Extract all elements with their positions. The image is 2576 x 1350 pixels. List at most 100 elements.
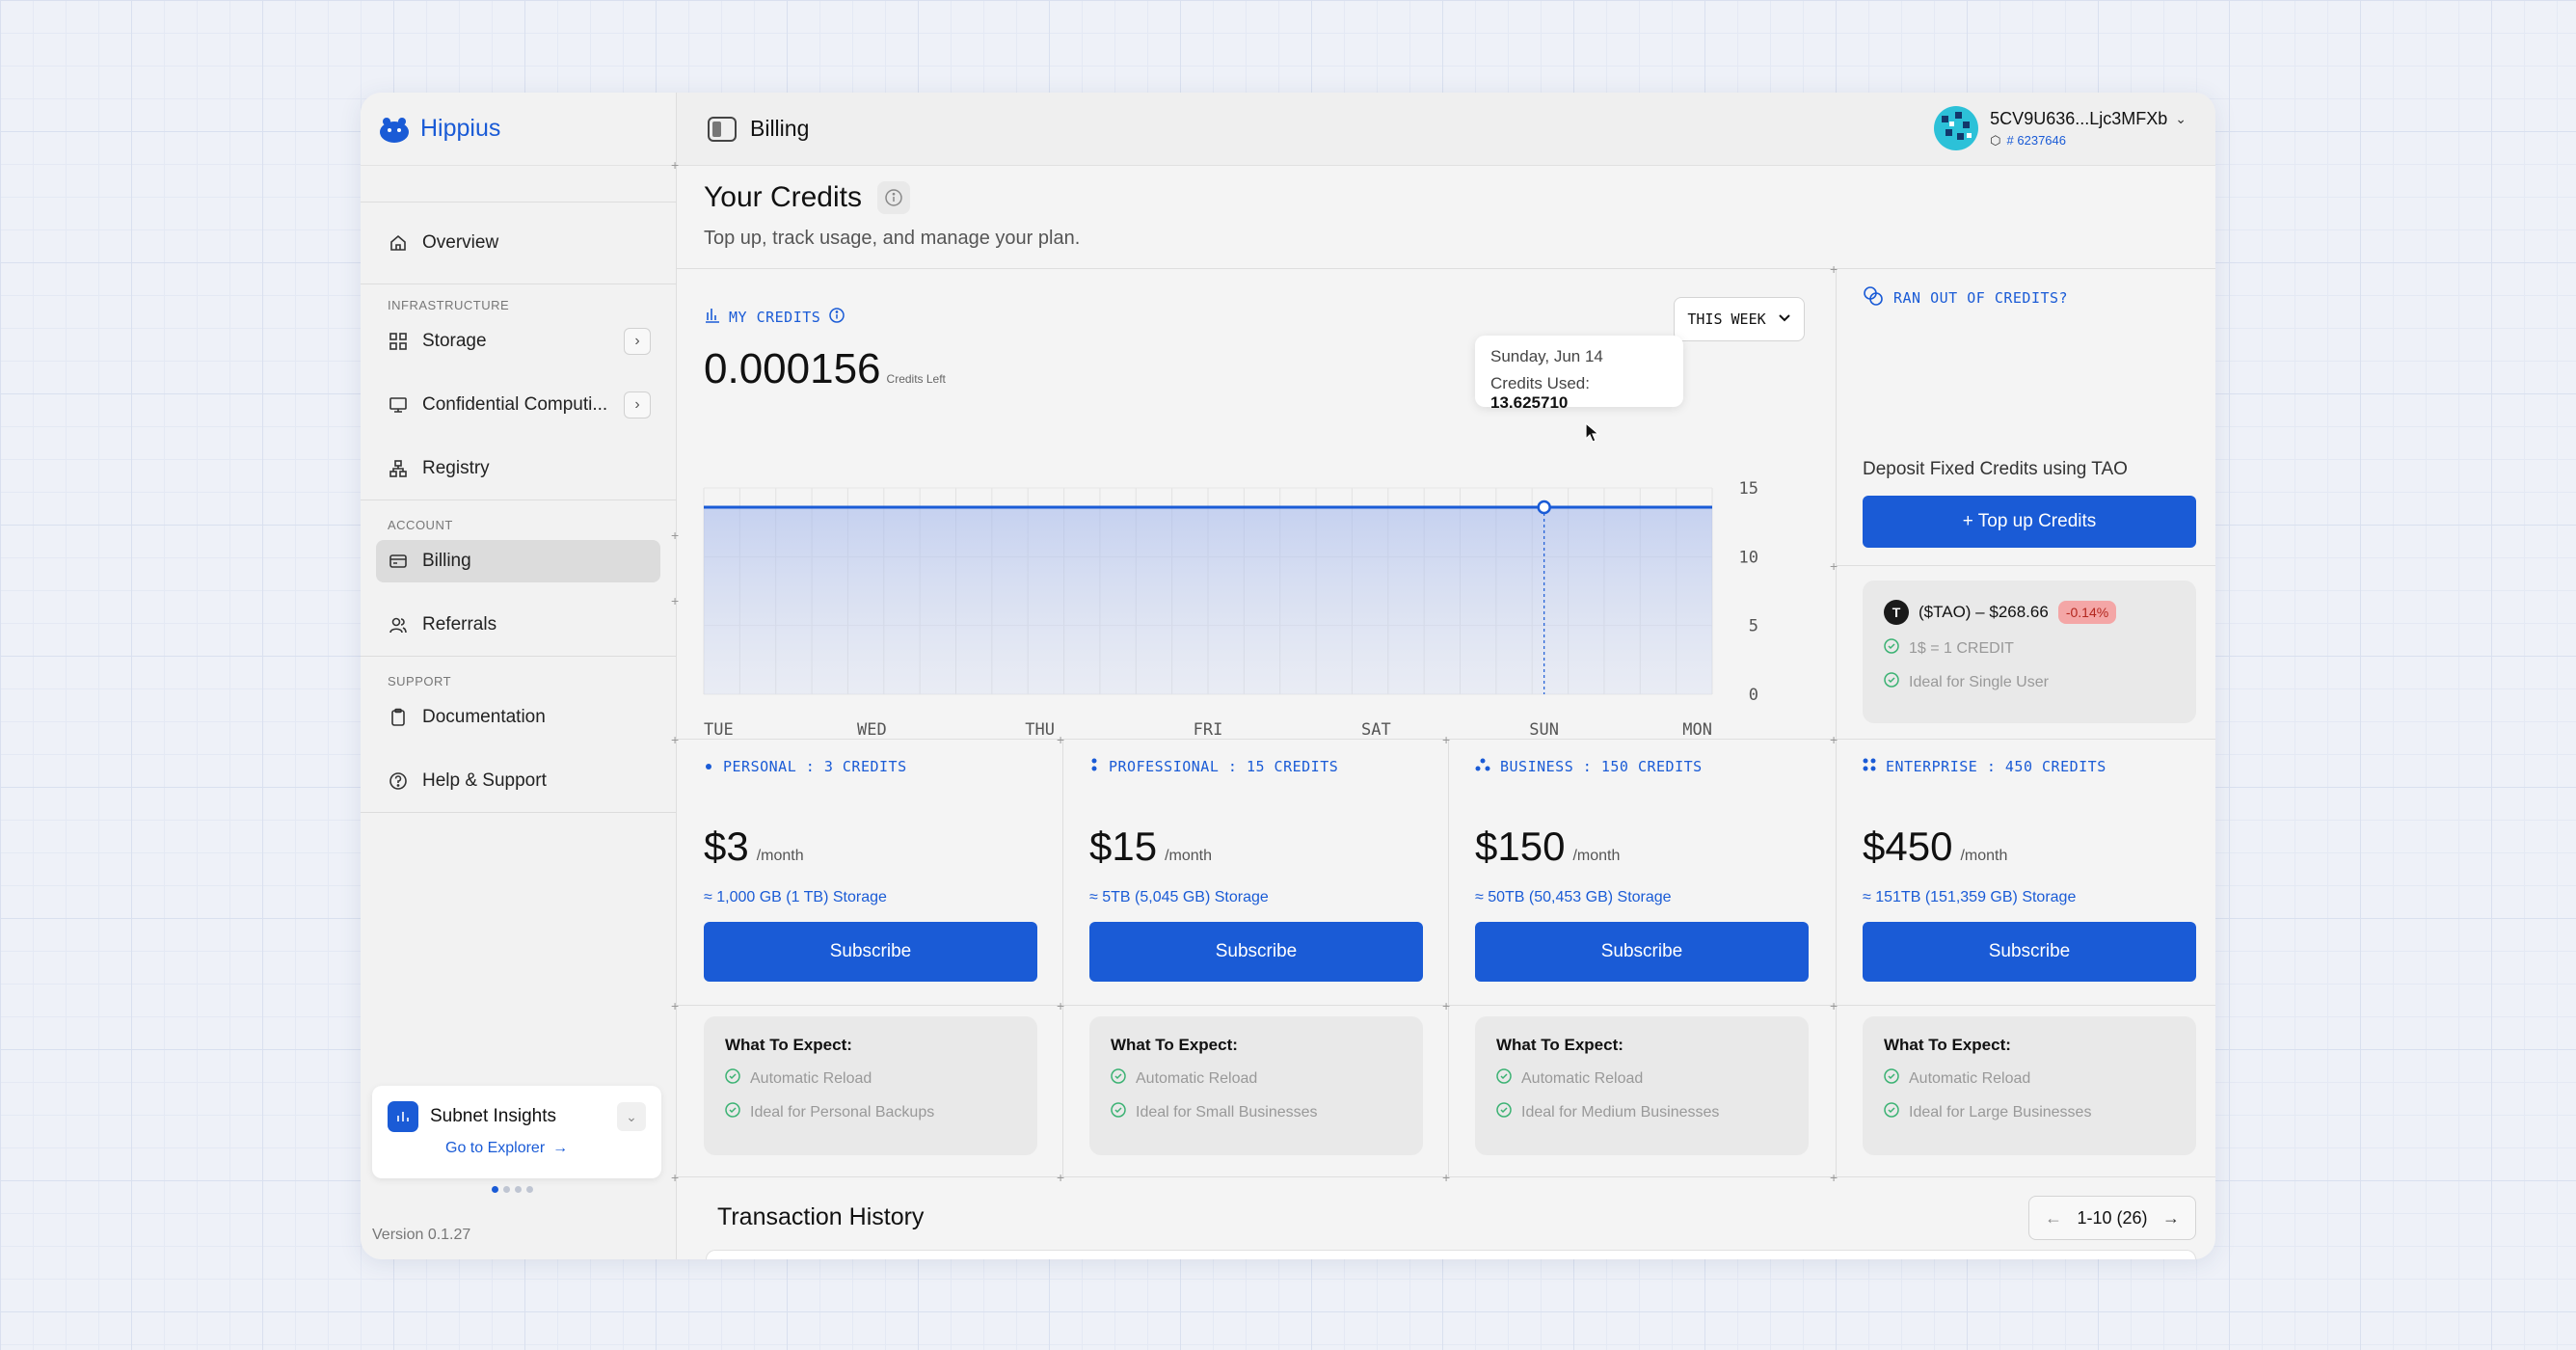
plan-dot-icon xyxy=(704,758,713,775)
x-tick-label: THU xyxy=(1025,720,1055,739)
top-up-credits-button[interactable]: + Top up Credits xyxy=(1863,496,2196,548)
x-tick-label: MON xyxy=(1682,720,1712,739)
check-circle-icon xyxy=(1111,1068,1126,1089)
account-name: 5CV9U636...Ljc3MFXb xyxy=(1990,108,2168,128)
logo[interactable]: Hippius xyxy=(361,93,676,166)
sidebar-item-overview[interactable]: Overview xyxy=(376,222,660,264)
tooltip-date: Sunday, Jun 14 xyxy=(1490,347,1603,365)
plan-enterprise: ENTERPRISE : 450 CREDITS $450 /month ≈ 1… xyxy=(1863,758,2196,1155)
highlight-point xyxy=(1537,500,1551,515)
header-title: Billing xyxy=(750,116,810,141)
monitor-icon xyxy=(388,394,409,416)
check-circle-icon xyxy=(1884,1068,1899,1089)
chevron-down-icon[interactable]: ⌄ xyxy=(617,1102,646,1131)
plan-business: BUSINESS : 150 CREDITS $150 /month ≈ 50T… xyxy=(1475,758,1809,1155)
chevron-down-icon xyxy=(1778,310,1791,328)
check-circle-icon xyxy=(1496,1068,1512,1089)
sidebar-toggle-icon[interactable] xyxy=(708,116,737,142)
subscribe-button[interactable]: Subscribe xyxy=(1475,922,1809,982)
y-tick-label: 0 xyxy=(1749,686,1758,705)
check-circle-icon xyxy=(1884,638,1899,659)
help-icon xyxy=(388,770,409,792)
x-tick-label: WED xyxy=(857,720,887,739)
plan-triangle-dots-icon xyxy=(1475,758,1490,775)
insights-icon xyxy=(388,1101,418,1132)
subscribe-button[interactable]: Subscribe xyxy=(704,922,1037,982)
prev-page-icon[interactable]: ← xyxy=(2045,1208,2062,1228)
nav-support: SUPPORT Documentation Help & Support xyxy=(361,657,676,813)
sidebar-item-documentation[interactable]: Documentation xyxy=(376,696,660,739)
y-tick-label: 5 xyxy=(1749,617,1758,636)
sidebar-item-registry[interactable]: Registry xyxy=(376,447,660,490)
sidebar-item-help-support[interactable]: Help & Support xyxy=(376,760,660,802)
check-circle-icon xyxy=(1884,672,1899,692)
page-title: Your Credits xyxy=(704,181,862,213)
card-icon xyxy=(388,551,409,572)
page-range: 1-10 (26) xyxy=(2077,1207,2148,1228)
plan-price: $150 xyxy=(1475,824,1566,869)
check-circle-icon xyxy=(725,1068,740,1089)
coins-icon xyxy=(1863,285,1884,310)
chevron-right-icon[interactable]: › xyxy=(624,392,651,418)
home-icon xyxy=(388,232,409,254)
check-circle-icon xyxy=(1111,1102,1126,1122)
subnet-insights-card[interactable]: Subnet Insights ⌄ Go to Explorer → xyxy=(372,1086,661,1178)
plan-professional: PROFESSIONAL : 15 CREDITS $15 /month ≈ 5… xyxy=(1089,758,1423,1155)
tooltip-label: Credits Used: xyxy=(1490,374,1590,392)
sidebar-item-billing[interactable]: Billing xyxy=(376,540,660,582)
sidebar-item-referrals[interactable]: Referrals xyxy=(376,604,660,646)
y-tick-label: 10 xyxy=(1739,548,1758,567)
page-subtitle: Top up, track usage, and manage your pla… xyxy=(704,228,1081,249)
chart-tooltip: Sunday, Jun 14 Credits Used: 13.625710 xyxy=(1475,336,1683,412)
hippius-logo-icon xyxy=(380,117,409,143)
next-page-icon[interactable]: → xyxy=(2162,1208,2180,1228)
plan-price: $450 xyxy=(1863,824,1953,869)
chevron-right-icon[interactable]: › xyxy=(624,328,651,355)
check-circle-icon xyxy=(1496,1102,1512,1122)
go-to-explorer-link[interactable]: Go to Explorer → xyxy=(445,1140,646,1157)
plan-expect: What To Expect: Automatic Reload Ideal f… xyxy=(1089,1016,1423,1155)
bar-chart-icon xyxy=(704,307,721,328)
credits-left: 0.000156 Credits Left xyxy=(704,345,946,393)
subscribe-button[interactable]: Subscribe xyxy=(1089,922,1423,982)
carousel-dots[interactable] xyxy=(492,1186,533,1193)
deposit-label: Deposit Fixed Credits using TAO xyxy=(1863,459,2128,479)
plan-expect: What To Expect: Automatic Reload Ideal f… xyxy=(1863,1016,2196,1155)
info-icon[interactable] xyxy=(828,307,845,328)
nav-top: Overview xyxy=(361,202,676,284)
ran-out-heading: RAN OUT OF CREDITS? xyxy=(1863,285,2068,310)
sidebar-item-storage[interactable]: Storage › xyxy=(376,320,660,363)
plan-expect: What To Expect: Automatic Reload Ideal f… xyxy=(704,1016,1037,1155)
my-credits-label: MY CREDITS xyxy=(704,307,845,328)
info-icon[interactable] xyxy=(876,181,910,214)
credits-chart[interactable]: 0 5 10 15 TUE WED THU FRI SAT SUN MON xyxy=(679,459,1836,739)
pagination: ← 1-10 (26) → xyxy=(2028,1196,2196,1240)
plan-grid-dots-icon xyxy=(1863,758,1876,775)
x-tick-label: SAT xyxy=(1361,720,1391,739)
nav-infrastructure: INFRASTRUCTURE Storage › Confidential Co… xyxy=(361,284,676,500)
transaction-history-title: Transaction History xyxy=(717,1203,925,1230)
subscribe-button[interactable]: Subscribe xyxy=(1863,922,2196,982)
tao-change-badge: -0.14% xyxy=(2057,601,2117,624)
page-header: Your Credits Top up, track usage, and ma… xyxy=(704,181,1080,250)
x-tick-label: SUN xyxy=(1529,720,1559,739)
top-header: Billing 5CV9U636...Ljc3MFXb ⌄ ⬡ # 623764… xyxy=(677,93,2215,166)
plan-expect: What To Expect: Automatic Reload Ideal f… xyxy=(1475,1016,1809,1155)
transactions-table xyxy=(706,1250,2196,1259)
sidebar-item-confidential-computing[interactable]: Confidential Computi... › xyxy=(376,384,660,426)
nav-account: ACCOUNT Billing Referrals xyxy=(361,500,676,657)
credits-caption: Credits Left xyxy=(886,372,946,386)
credits-value: 0.000156 xyxy=(704,345,881,392)
clipboard-icon xyxy=(388,707,409,728)
plan-price: $15 xyxy=(1089,824,1158,869)
cursor-icon xyxy=(1585,422,1600,443)
check-circle-icon xyxy=(725,1102,740,1122)
plan-dots-icon xyxy=(1089,758,1099,775)
plan-price: $3 xyxy=(704,824,749,869)
account-menu[interactable]: 5CV9U636...Ljc3MFXb ⌄ ⬡ # 6237646 xyxy=(1934,106,2187,150)
app-name: Hippius xyxy=(420,115,501,142)
time-range-select[interactable]: THIS WEEK xyxy=(1674,297,1805,341)
plan-storage: ≈ 1,000 GB (1 TB) Storage xyxy=(704,889,887,905)
arrow-right-icon: → xyxy=(552,1140,569,1156)
grid-icon xyxy=(388,331,409,352)
